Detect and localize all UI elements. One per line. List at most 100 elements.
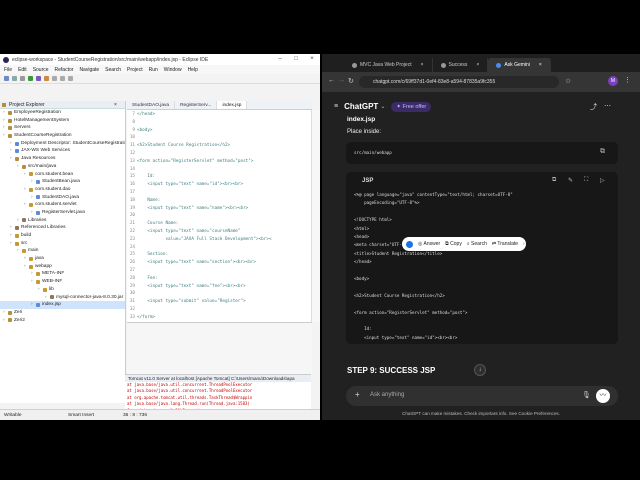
- tree-chevron-icon[interactable]: ›: [31, 278, 35, 286]
- forward-icon[interactable]: →: [338, 77, 345, 84]
- chevron-down-icon[interactable]: ⌄: [380, 103, 385, 110]
- editor-tab[interactable]: index.jsp: [217, 101, 248, 109]
- browser-tab[interactable]: Ask Gemini ×: [488, 58, 551, 72]
- tree-chevron-icon[interactable]: ›: [24, 255, 28, 263]
- back-icon[interactable]: [60, 76, 65, 81]
- menu-item-search[interactable]: Search: [105, 67, 121, 73]
- menu-item-run[interactable]: Run: [149, 67, 158, 73]
- tree-item[interactable]: › WEB-INF: [0, 278, 125, 286]
- voice-mode-icon[interactable]: 〰: [596, 389, 610, 403]
- tab-close-icon[interactable]: ×: [421, 58, 424, 72]
- bookmark-star-icon[interactable]: ☆: [565, 77, 571, 85]
- editor-tab[interactable]: RegisterServ...: [175, 101, 218, 109]
- menu-item-file[interactable]: File: [4, 67, 12, 73]
- sidebar-toggle-icon[interactable]: ≡: [334, 103, 338, 110]
- tree-chevron-icon[interactable]: ›: [24, 171, 28, 179]
- tree-chevron-icon[interactable]: ›: [31, 209, 35, 217]
- prompt-box[interactable]: + Ask anything 🎙 〰: [346, 386, 618, 406]
- tree-item[interactable]: › com.student.bean: [0, 171, 125, 179]
- menu-item-source[interactable]: Source: [33, 67, 49, 73]
- tree-chevron-icon[interactable]: ›: [31, 178, 35, 186]
- run-code-icon[interactable]: ▷: [600, 177, 605, 184]
- tree-item[interactable]: › Libraries: [0, 217, 125, 225]
- microphone-icon[interactable]: 🎙: [582, 391, 591, 399]
- print-icon[interactable]: [20, 76, 25, 81]
- tree-item[interactable]: › src: [0, 240, 125, 248]
- tree-item[interactable]: › StudentDAO.java: [0, 194, 125, 202]
- tree-item[interactable]: › java: [0, 255, 125, 263]
- plus-icon[interactable]: +: [355, 390, 360, 399]
- tree-chevron-icon[interactable]: ›: [24, 263, 28, 271]
- tree-item[interactable]: › src/main/java: [0, 163, 125, 171]
- forward-icon[interactable]: [68, 76, 73, 81]
- tab-close-icon[interactable]: ×: [539, 58, 542, 72]
- run-icon[interactable]: [28, 76, 33, 81]
- new-icon[interactable]: [4, 76, 9, 81]
- browser-tab[interactable]: Success ×: [433, 58, 489, 72]
- tree-item[interactable]: › StudentBean.java: [0, 178, 125, 186]
- edit-icon[interactable]: ✎: [568, 177, 573, 184]
- copy-code-icon[interactable]: ⧉: [552, 177, 556, 184]
- popup-search-button[interactable]: ⌕ Search: [467, 241, 487, 247]
- tree-item[interactable]: › META-INF: [0, 270, 125, 278]
- tree-item[interactable]: › JAX-WS Web Services: [0, 147, 125, 155]
- tree-item[interactable]: › index.jsp: [0, 301, 125, 309]
- tree-chevron-icon[interactable]: ›: [3, 132, 7, 140]
- tree-item[interactable]: › HotelManagementSystem: [0, 117, 125, 125]
- menu-item-edit[interactable]: Edit: [18, 67, 27, 73]
- tree-item[interactable]: › lib: [0, 286, 125, 294]
- tree-item[interactable]: › Servers: [0, 124, 125, 132]
- menu-dots-icon[interactable]: ⋮: [624, 76, 631, 84]
- tree-chevron-icon[interactable]: ›: [10, 240, 14, 248]
- tree-chevron-icon[interactable]: ›: [3, 109, 7, 117]
- scroll-down-icon[interactable]: ↓: [474, 364, 486, 376]
- server-icon[interactable]: [44, 76, 49, 81]
- back-icon[interactable]: ←: [328, 77, 335, 84]
- tree-chevron-icon[interactable]: ›: [3, 309, 7, 317]
- tree-chevron-icon[interactable]: ›: [24, 186, 28, 194]
- tree-item[interactable]: › webapp: [0, 263, 125, 271]
- url-input[interactable]: chatgpt.com/c/69ff37d1-0ef4-83e8-a594-87…: [359, 76, 559, 88]
- editor-scrollbar[interactable]: [311, 110, 320, 322]
- tree-item[interactable]: › mysql-connector-java-8.0.30.jar: [0, 294, 125, 302]
- popup-copy-button[interactable]: ⧉ Copy: [445, 241, 462, 247]
- tree-chevron-icon[interactable]: ›: [10, 232, 14, 240]
- close-icon[interactable]: ×: [304, 54, 320, 65]
- tree-chevron-icon[interactable]: ›: [45, 294, 49, 302]
- tree-chevron-icon[interactable]: ›: [10, 140, 14, 148]
- tree-chevron-icon[interactable]: ›: [24, 201, 28, 209]
- editor-tab[interactable]: StudentDAO.java: [127, 101, 176, 109]
- close-view-icon[interactable]: ×: [114, 101, 117, 109]
- tree-item[interactable]: › Java Resources: [0, 155, 125, 163]
- app-title[interactable]: ChatGPT: [344, 102, 378, 111]
- maximize-icon[interactable]: □: [288, 54, 304, 65]
- options-dots-icon[interactable]: ⋯: [604, 102, 611, 110]
- tree-chevron-icon[interactable]: ›: [31, 194, 35, 202]
- menu-item-window[interactable]: Window: [164, 67, 182, 73]
- popup-translate-button[interactable]: ⇄ Translate: [492, 241, 518, 247]
- tree-item[interactable]: › Deployment Descriptor: StudentCourseReg…: [0, 140, 125, 148]
- tree-chevron-icon[interactable]: ›: [38, 286, 42, 294]
- tree-chevron-icon[interactable]: ›: [3, 117, 7, 125]
- tree-chevron-icon[interactable]: ›: [17, 163, 21, 171]
- expand-icon[interactable]: ⛶: [584, 177, 588, 184]
- tree-chevron-icon[interactable]: ›: [31, 270, 35, 278]
- tree-chevron-icon[interactable]: ›: [3, 124, 7, 132]
- browser-tab[interactable]: MVC Java Web Project ×: [344, 58, 433, 72]
- tab-close-icon[interactable]: ×: [476, 58, 479, 72]
- tree-item[interactable]: › com.student.dao: [0, 186, 125, 194]
- free-offer-button[interactable]: ✦ Free offer: [391, 101, 432, 112]
- tree-chevron-icon[interactable]: ›: [17, 247, 21, 255]
- reload-icon[interactable]: ↻: [348, 77, 354, 85]
- code-editor[interactable]: StudentDAO.java RegisterServ... index.jsp …: [127, 101, 312, 322]
- profile-avatar[interactable]: M: [608, 76, 618, 86]
- popup-expand-icon[interactable]: ›: [523, 241, 525, 247]
- tree-item[interactable]: › main: [0, 247, 125, 255]
- copy-icon[interactable]: ⧉: [600, 148, 605, 156]
- menu-item-project[interactable]: Project: [127, 67, 143, 73]
- prompt-input[interactable]: Ask anything: [370, 392, 404, 398]
- tree-item[interactable]: › StudentCourseRegistration: [0, 132, 125, 140]
- tree-item[interactable]: › EmployeeRegistration: [0, 109, 125, 117]
- tree-chevron-icon[interactable]: ›: [10, 147, 14, 155]
- menu-item-refactor[interactable]: Refactor: [55, 67, 74, 73]
